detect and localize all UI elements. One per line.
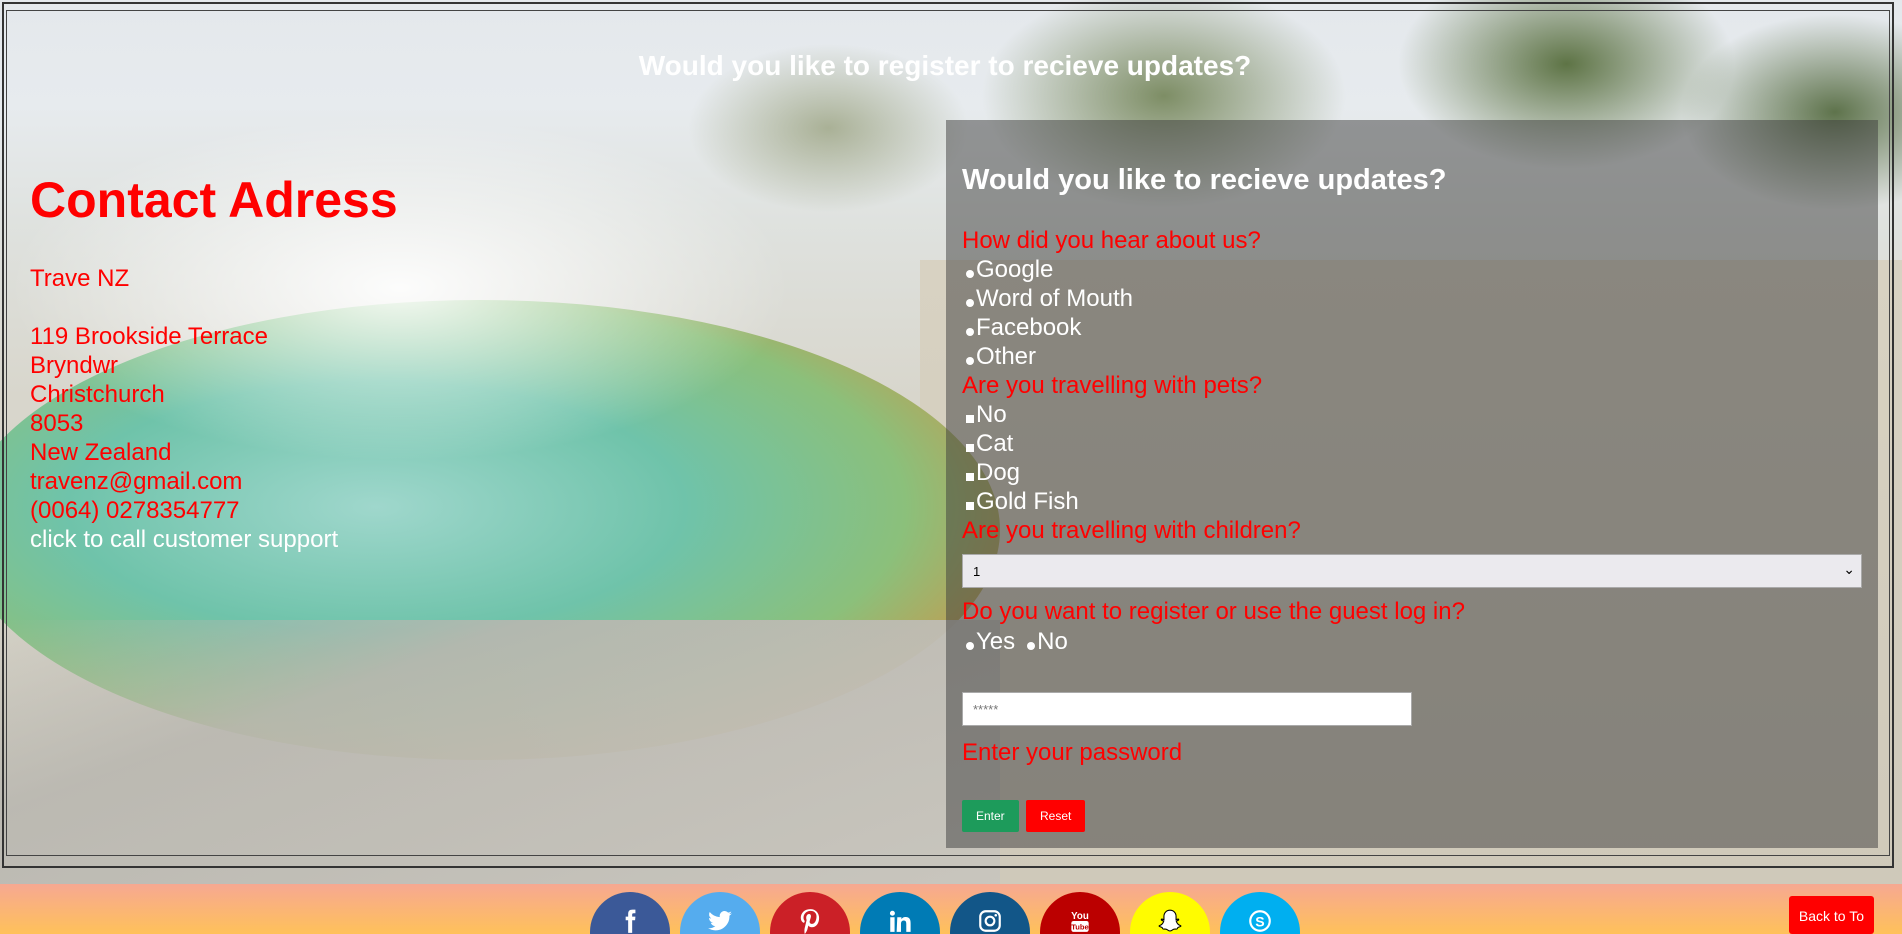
svg-text:Tube: Tube [1071, 923, 1089, 932]
youtube-button[interactable]: You Tube [1040, 892, 1120, 934]
facebook-button[interactable] [590, 892, 670, 934]
social-links: You Tube S [590, 892, 1300, 934]
pet-option-gold-fish[interactable]: Gold Fish [962, 487, 1079, 516]
pet-option-cat[interactable]: Cat [962, 429, 1013, 458]
linkedin-button[interactable] [860, 892, 940, 934]
call-support-link[interactable]: click to call customer support [30, 525, 630, 554]
option-google[interactable]: Google [962, 255, 1053, 284]
option-word-of-mouth[interactable]: Word of Mouth [962, 284, 1133, 313]
question-children: Are you travelling with children? [962, 517, 1301, 544]
register-option-no[interactable]: No [1023, 628, 1068, 656]
checkbox-bullet-icon [966, 501, 974, 510]
address-postcode: 8053 [30, 410, 84, 437]
twitter-button[interactable] [680, 892, 760, 934]
children-select[interactable]: 1 ⌄ [962, 554, 1862, 588]
option-label: Yes [976, 628, 1016, 655]
linkedin-icon [889, 910, 911, 932]
address-city: Christchurch [30, 381, 165, 408]
address-street: 119 Brookside Terrace [30, 323, 268, 350]
contact-heading: Contact Adress [30, 172, 398, 228]
question-hear: How did you hear about us? [962, 227, 1261, 254]
option-label: Google [976, 256, 1054, 283]
contact-email[interactable]: travenz@gmail.com [30, 467, 630, 496]
reset-button[interactable]: Reset [1026, 800, 1086, 832]
password-label: Enter your password [962, 739, 1183, 766]
question-pets: Are you travelling with pets? [962, 372, 1263, 399]
option-label: Other [976, 343, 1037, 370]
snapchat-icon [1158, 909, 1182, 932]
option-label: Gold Fish [976, 488, 1079, 515]
checkbox-bullet-icon [966, 443, 974, 452]
option-facebook[interactable]: Facebook [962, 313, 1081, 342]
register-options: Yes No [962, 628, 1068, 656]
back-to-top-button[interactable]: Back to To [1788, 896, 1874, 934]
radio-bullet-icon [966, 298, 974, 307]
youtube-icon: YouTube [1071, 911, 1089, 932]
radio-bullet-icon [966, 642, 974, 650]
question-register: Do you want to register or use the guest… [962, 598, 1465, 625]
instagram-button[interactable] [950, 892, 1030, 934]
radio-bullet-icon [966, 327, 974, 336]
radio-bullet-icon [966, 269, 974, 278]
skype-icon: S [1249, 910, 1271, 932]
checkbox-bullet-icon [966, 472, 974, 481]
contact-section: Contact Adress Trave NZ 119 Brookside Te… [30, 170, 630, 554]
address-suburb: Bryndwr [30, 352, 119, 379]
option-label: Facebook [976, 314, 1082, 341]
address-country: New Zealand [30, 439, 172, 466]
pinterest-icon [800, 909, 820, 934]
option-label: Dog [976, 459, 1021, 486]
option-label: No [976, 401, 1007, 428]
facebook-icon [625, 909, 636, 933]
svg-text:You: You [1071, 911, 1089, 922]
radio-bullet-icon [1027, 642, 1036, 650]
password-input[interactable]: ***** [962, 692, 1412, 726]
footer: You Tube S Back to To [0, 884, 1902, 934]
pinterest-button[interactable] [770, 892, 850, 934]
option-label: No [1037, 628, 1068, 655]
option-label: Cat [976, 430, 1014, 457]
company-name: Trave NZ [30, 265, 130, 292]
children-selected-value: 1 [973, 564, 981, 579]
option-label: Word of Mouth [976, 285, 1133, 312]
banner-title: Would you like to register to recieve up… [638, 50, 1252, 81]
svg-text:S: S [1255, 913, 1264, 929]
instagram-icon [979, 910, 1001, 932]
contact-phone[interactable]: (0064) 0278354777 [30, 496, 630, 525]
chevron-down-icon: ⌄ [1843, 561, 1855, 577]
pet-option-no[interactable]: No [962, 400, 1007, 429]
checkbox-bullet-icon [966, 414, 974, 423]
register-option-yes[interactable]: Yes [962, 628, 1015, 656]
enter-button[interactable]: Enter [962, 800, 1019, 832]
radio-bullet-icon [966, 356, 974, 365]
pet-option-dog[interactable]: Dog [962, 458, 1020, 487]
twitter-icon [708, 911, 732, 931]
form-heading: Would you like to recieve updates? [962, 164, 1447, 196]
option-other[interactable]: Other [962, 342, 1036, 371]
updates-form: Would you like to recieve updates? How d… [946, 120, 1878, 848]
snapchat-button[interactable] [1130, 892, 1210, 934]
skype-button[interactable]: S [1220, 892, 1300, 934]
